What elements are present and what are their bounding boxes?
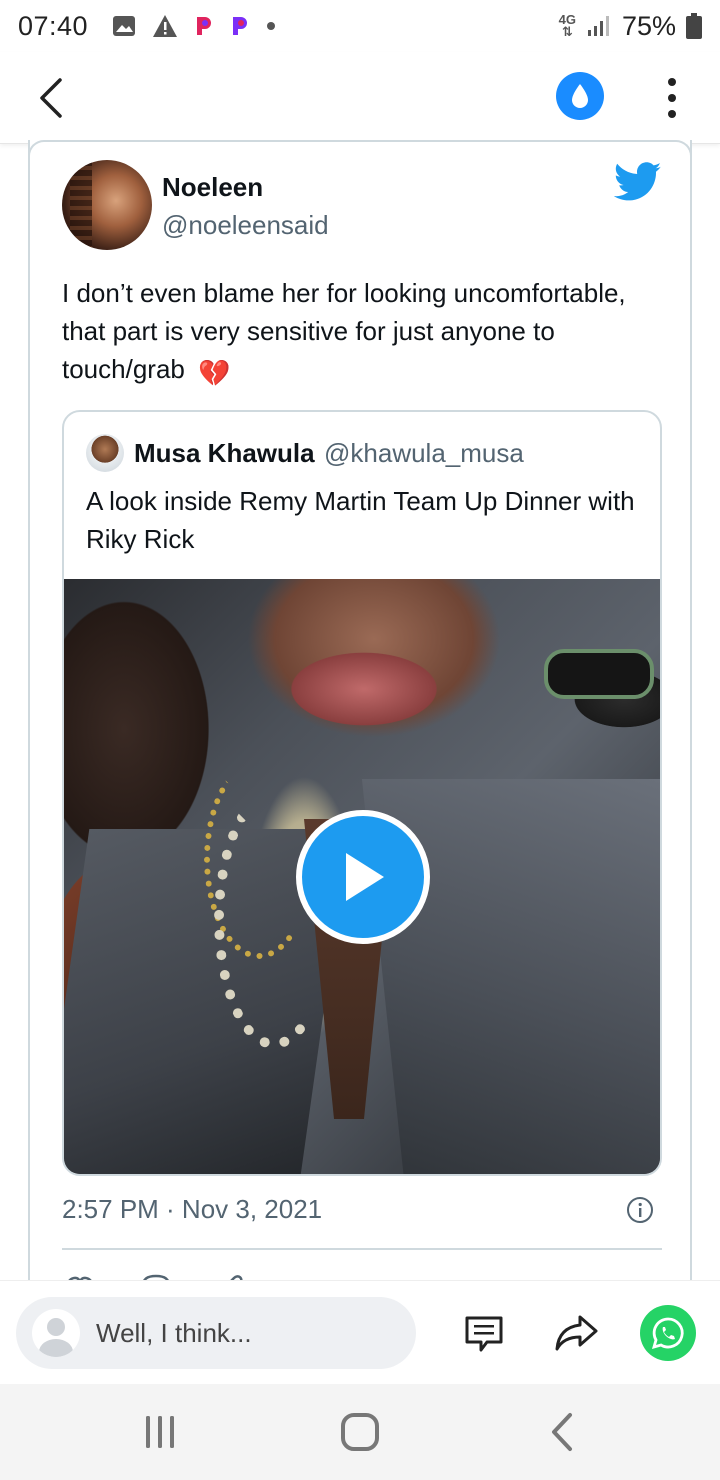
p-app-icon [197,17,212,35]
quoted-tweet-text: A look inside Remy Martin Team Up Dinner… [86,486,635,554]
comment-icon [465,1316,503,1352]
comments-button[interactable] [460,1309,508,1357]
chevron-left-icon [40,78,62,118]
status-time: 07:40 [18,10,89,41]
warning-icon [153,15,178,37]
water-drop-icon [572,84,588,108]
water-drop-button[interactable] [556,72,604,120]
battery-icon [686,13,702,39]
dot-icon [267,22,276,30]
battery-percent: 75% [621,10,676,41]
quoted-tweet[interactable]: Musa Khawula @khawula_musa A look inside… [62,410,662,1176]
more-vertical-icon [668,78,676,86]
p-app-icon [233,17,248,35]
more-options-button[interactable] [652,74,692,122]
signal-icon [587,16,609,36]
user-avatar-icon [32,1309,80,1357]
quoted-author-avatar[interactable] [86,434,124,472]
tweet-timestamp[interactable]: 2:57 PM · Nov 3, 2021 [62,1194,322,1225]
divider [62,1248,662,1250]
play-icon [346,853,384,901]
video-thumbnail[interactable] [64,579,660,1174]
whatsapp-share-button[interactable] [640,1305,696,1361]
system-back-button[interactable] [532,1410,592,1454]
whatsapp-icon [651,1317,684,1350]
info-icon[interactable] [626,1196,654,1224]
twitter-bird-icon[interactable] [614,162,662,202]
share-button[interactable] [552,1309,600,1357]
recents-button[interactable] [130,1410,190,1454]
embedded-tweet-card[interactable]: Noeleen @noeleensaid I don’t even blame … [28,140,692,1300]
author-name[interactable]: Noeleen [162,172,263,203]
share-icon [555,1315,598,1351]
notification-icons [112,14,276,38]
quoted-author-handle[interactable]: @khawula_musa [324,438,524,469]
author-avatar[interactable] [62,160,152,250]
comment-bar: Well, I think... [0,1280,720,1384]
recents-icon [146,1416,174,1448]
play-button[interactable] [296,810,430,944]
back-button[interactable] [26,72,74,124]
broken-heart-emoji: 💔 [198,358,231,388]
home-button[interactable] [330,1410,390,1454]
status-bar: 07:40 4G ⇅ 75% [0,0,720,52]
top-app-bar [0,52,720,144]
system-nav-bar [0,1384,720,1480]
tweet-text: I don’t even blame her for looking uncom… [62,274,662,392]
home-icon [341,1413,379,1451]
quoted-author-name[interactable]: Musa Khawula [134,438,315,469]
comment-placeholder: Well, I think... [96,1317,252,1348]
gallery-icon [113,16,136,36]
status-right: 4G ⇅ 75% [559,11,702,42]
author-handle[interactable]: @noeleensaid [162,210,329,241]
back-icon [552,1413,572,1451]
network-type: 4G ⇅ [558,12,576,39]
comment-input[interactable]: Well, I think... [16,1297,416,1369]
